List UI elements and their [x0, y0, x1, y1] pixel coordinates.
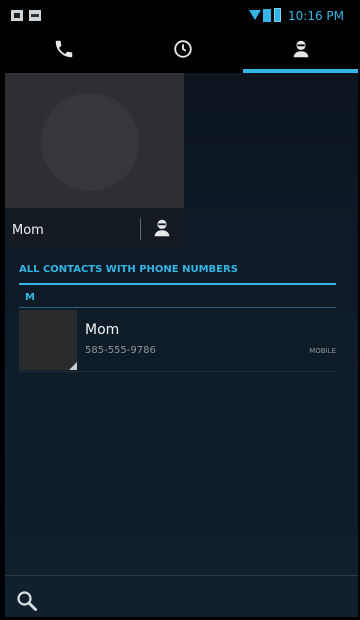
contact-icon[interactable]: [151, 217, 173, 239]
quick-contact-badge-icon: [69, 362, 77, 370]
tab-bar: [5, 27, 358, 73]
favorite-photo[interactable]: [5, 73, 184, 208]
letter-divider: [19, 307, 336, 308]
battery-icon: [274, 8, 281, 22]
contact-row[interactable]: Mom 585-555-9786 MOBILE: [19, 310, 336, 370]
contact-photo[interactable]: [19, 310, 77, 370]
status-bar: 10:16 PM: [5, 5, 358, 27]
section-header: ALL CONTACTS WITH PHONE NUMBERS: [19, 264, 238, 275]
notification-icon: [11, 10, 23, 21]
wifi-icon: [249, 10, 261, 20]
bottom-divider: [5, 575, 358, 576]
signal-icon: [263, 9, 271, 22]
tab-indicator: [243, 69, 358, 73]
phone-icon: [55, 40, 73, 58]
notification-icon: [29, 10, 41, 21]
row-divider: [19, 371, 336, 372]
contact-number: 585-555-9786: [85, 345, 156, 356]
status-time: 10:16 PM: [288, 9, 344, 23]
tab-contacts[interactable]: [243, 27, 358, 73]
divider: [140, 218, 141, 240]
clock-icon: [174, 40, 192, 58]
search-icon[interactable]: [15, 589, 39, 613]
contact-name: Mom: [85, 322, 120, 338]
favorite-name-bar[interactable]: Mom: [5, 208, 184, 248]
number-type: MOBILE: [309, 347, 336, 355]
favorite-name: Mom: [12, 223, 44, 238]
tab-recent[interactable]: [123, 27, 243, 73]
section-divider: [19, 283, 336, 285]
contact-placeholder-icon: [41, 93, 139, 191]
letter-header: M: [25, 292, 35, 303]
app-frame: 10:16 PM Mom ALL CONTACTS WITH PHONE NUM…: [5, 5, 358, 617]
tab-phone[interactable]: [5, 27, 123, 73]
contact-icon: [293, 40, 308, 58]
